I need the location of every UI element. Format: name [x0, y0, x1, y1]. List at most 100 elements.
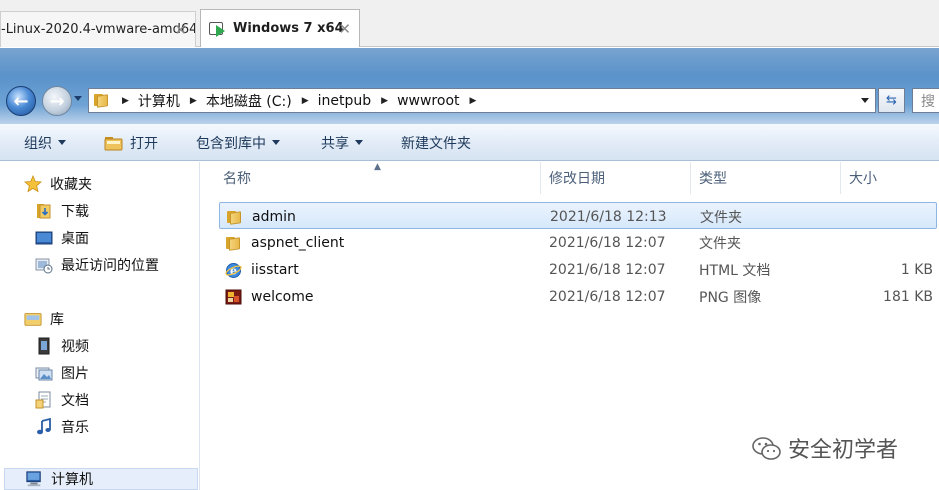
- share-label: 共享: [321, 135, 349, 152]
- include-in-library-button[interactable]: 包含到库中: [196, 124, 280, 161]
- library-icon: [24, 310, 42, 328]
- column-divider[interactable]: [690, 162, 691, 194]
- desktop-icon: [35, 229, 53, 247]
- sort-ascending-icon: ▲: [374, 162, 381, 172]
- watermark: 安全初学者: [752, 432, 898, 464]
- music-icon: [35, 418, 53, 436]
- pictures-icon: [35, 364, 53, 382]
- nav-recent-places-label: 最近访问的位置: [61, 258, 159, 274]
- column-divider[interactable]: [540, 162, 541, 194]
- close-icon[interactable]: ✕: [338, 20, 351, 38]
- chevron-right-icon: ▶: [469, 95, 477, 106]
- arrow-left-icon: ←: [13, 90, 29, 112]
- file-row-admin[interactable]: admin 2021/6/18 12:13 文件夹: [219, 202, 937, 229]
- watermark-text: 安全初学者: [788, 438, 899, 463]
- file-name: welcome: [251, 288, 314, 305]
- chevron-right-icon: ▶: [301, 95, 309, 106]
- file-date: 2021/6/18 12:07: [549, 288, 666, 305]
- ie-html-icon: e: [225, 262, 243, 278]
- png-image-icon: [225, 289, 243, 305]
- nav-favorites-label: 收藏夹: [50, 177, 92, 193]
- nav-recent-places[interactable]: 最近访问的位置: [35, 254, 159, 276]
- file-row-welcome[interactable]: welcome 2021/6/18 12:07 PNG 图像 181 KB: [219, 283, 937, 310]
- vm-tab-label: -Linux-2020.4-vmware-amd64: [1, 22, 195, 37]
- nav-documents[interactable]: 文档: [35, 389, 89, 411]
- close-icon[interactable]: ✕: [174, 21, 187, 39]
- recent-pages-dropdown[interactable]: [74, 96, 82, 101]
- new-folder-button[interactable]: 新建文件夹: [401, 124, 471, 161]
- nav-desktop[interactable]: 桌面: [35, 227, 89, 249]
- nav-computer[interactable]: 计算机: [4, 468, 198, 490]
- open-button[interactable]: 打开: [104, 124, 158, 161]
- nav-music[interactable]: 音乐: [35, 416, 89, 438]
- file-date: 2021/6/18 12:07: [549, 234, 666, 251]
- refresh-icon: ⇆: [886, 93, 897, 108]
- nav-libraries-label: 库: [50, 312, 64, 328]
- breadcrumb-computer[interactable]: ▶ 计算机: [120, 91, 180, 111]
- search-placeholder: 搜: [921, 93, 935, 110]
- file-name: aspnet_client: [251, 234, 345, 251]
- documents-icon: [35, 391, 53, 409]
- nav-libraries[interactable]: 库: [24, 308, 64, 330]
- file-type: PNG 图像: [699, 289, 762, 306]
- video-icon: [35, 337, 53, 355]
- open-folder-icon: [104, 136, 123, 150]
- column-header-size[interactable]: 大小: [849, 162, 877, 194]
- breadcrumb-wwwroot[interactable]: ▶ wwwroot ▶: [371, 93, 485, 109]
- wechat-icon: [752, 436, 781, 460]
- search-input[interactable]: 搜: [912, 88, 939, 113]
- folder-icon: [226, 209, 244, 225]
- breadcrumb-inetpub[interactable]: ▶ inetpub: [292, 93, 371, 109]
- chevron-right-icon: ▶: [189, 95, 197, 106]
- nav-favorites[interactable]: 收藏夹: [24, 173, 92, 195]
- file-row-iisstart[interactable]: e iisstart 2021/6/18 12:07 HTML 文档 1 KB: [219, 256, 937, 283]
- vm-running-icon: [209, 21, 227, 37]
- nav-pictures[interactable]: 图片: [35, 362, 89, 384]
- chevron-down-icon: [58, 140, 66, 145]
- organize-label: 组织: [24, 135, 52, 152]
- column-divider[interactable]: [840, 162, 841, 194]
- column-header-name[interactable]: 名称: [223, 162, 251, 194]
- organize-button[interactable]: 组织: [24, 124, 66, 161]
- file-date: 2021/6/18 12:07: [549, 261, 666, 278]
- share-button[interactable]: 共享: [321, 124, 363, 161]
- computer-icon: [25, 470, 43, 488]
- nav-downloads[interactable]: 下载: [35, 200, 89, 222]
- column-header-date[interactable]: 修改日期: [549, 162, 605, 194]
- downloads-folder-icon: [35, 202, 53, 220]
- nav-downloads-label: 下载: [61, 204, 89, 220]
- refresh-button[interactable]: ⇆: [878, 88, 905, 113]
- nav-videos-label: 视频: [61, 339, 89, 355]
- vm-tab-strip: -Linux-2020.4-vmware-amd64 ✕ Windows 7 x…: [0, 0, 939, 47]
- file-size: 1 KB: [900, 261, 933, 278]
- arrow-right-icon: →: [49, 90, 65, 112]
- chevron-down-icon[interactable]: [861, 98, 869, 103]
- forward-button[interactable]: →: [42, 86, 72, 116]
- new-folder-label: 新建文件夹: [401, 135, 471, 152]
- column-header-type[interactable]: 类型: [699, 162, 727, 194]
- nav-pictures-label: 图片: [61, 366, 89, 382]
- chevron-down-icon: [272, 140, 280, 145]
- nav-videos[interactable]: 视频: [35, 335, 89, 357]
- open-label: 打开: [130, 135, 158, 152]
- file-date: 2021/6/18 12:13: [550, 208, 667, 225]
- file-row-aspnet-client[interactable]: aspnet_client 2021/6/18 12:07 文件夹: [219, 229, 937, 256]
- command-bar: 组织 打开 包含到库中 共享 新建文件夹: [0, 124, 939, 161]
- folder-icon: [225, 235, 243, 251]
- address-bar[interactable]: ▶ 计算机 ▶ 本地磁盘 (C:) ▶ inetpub ▶ wwwroot ▶: [88, 88, 876, 113]
- nav-documents-label: 文档: [61, 393, 89, 409]
- nav-music-label: 音乐: [61, 420, 89, 436]
- file-name: admin: [252, 208, 296, 225]
- vm-tab-label: Windows 7 x64: [233, 21, 344, 36]
- file-type: 文件夹: [700, 209, 742, 226]
- recent-places-icon: [35, 256, 53, 274]
- vm-tab-windows7[interactable]: Windows 7 x64 ✕: [200, 9, 360, 47]
- breadcrumb-local-disk[interactable]: ▶ 本地磁盘 (C:): [180, 91, 292, 111]
- navigation-pane: 收藏夹 下载 桌面 最近访问的位置 库 视频 图片 文档 音乐 计算机: [0, 162, 200, 490]
- nav-desktop-label: 桌面: [61, 231, 89, 247]
- chevron-down-icon: [355, 140, 363, 145]
- back-button[interactable]: ←: [6, 86, 36, 116]
- file-size: 181 KB: [883, 288, 933, 305]
- nav-computer-label: 计算机: [51, 472, 93, 488]
- vm-tab-kali[interactable]: -Linux-2020.4-vmware-amd64 ✕: [0, 11, 196, 47]
